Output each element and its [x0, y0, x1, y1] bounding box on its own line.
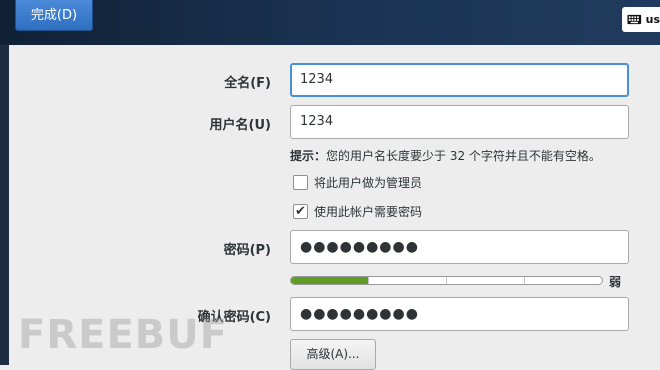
keyboard-icon	[627, 14, 642, 25]
hint-prefix: 提示：	[290, 149, 327, 163]
username-hint: 提示：您的用户名长度要少于 32 个字符并且不能有空格。	[290, 147, 601, 164]
password-strength-label: 弱	[609, 275, 622, 289]
require-password-checkbox[interactable]: ✔	[293, 204, 308, 219]
admin-checkbox-row[interactable]: 将此用户做为管理员	[293, 174, 422, 191]
advanced-button[interactable]: 高级(A)...	[290, 339, 376, 370]
password-strength-bar	[290, 276, 603, 285]
strength-segment	[369, 277, 447, 284]
fullname-input[interactable]: 1234	[290, 63, 629, 97]
watermark-logo: FREEBUF	[18, 312, 229, 358]
require-password-label: 使用此帐户需要密码	[314, 205, 423, 219]
checkmark-icon: ✔	[295, 204, 306, 219]
keyboard-layout-indicator[interactable]: us	[622, 7, 660, 32]
confirm-password-input[interactable]: ●●●●●●●●●	[290, 297, 629, 331]
admin-checkbox[interactable]	[293, 175, 308, 190]
fullname-label: 全名(F)	[224, 76, 271, 91]
keyboard-layout-label: us	[645, 13, 660, 26]
hint-text: 您的用户名长度要少于 32 个字符并且不能有空格。	[326, 149, 601, 163]
password-label: 密码(P)	[223, 243, 271, 258]
strength-segment	[291, 277, 369, 284]
strength-fill	[291, 277, 368, 284]
username-input[interactable]: 1234	[290, 105, 629, 139]
admin-checkbox-label: 将此用户做为管理员	[314, 176, 423, 190]
done-button[interactable]: 完成(D)	[15, 0, 93, 31]
left-strip	[0, 45, 9, 365]
require-password-row[interactable]: ✔ 使用此帐户需要密码	[293, 203, 422, 220]
strength-segment	[525, 277, 602, 284]
password-input[interactable]: ●●●●●●●●●	[290, 230, 629, 264]
username-label: 用户名(U)	[209, 118, 271, 133]
top-bar	[0, 0, 660, 45]
strength-segment	[447, 277, 525, 284]
